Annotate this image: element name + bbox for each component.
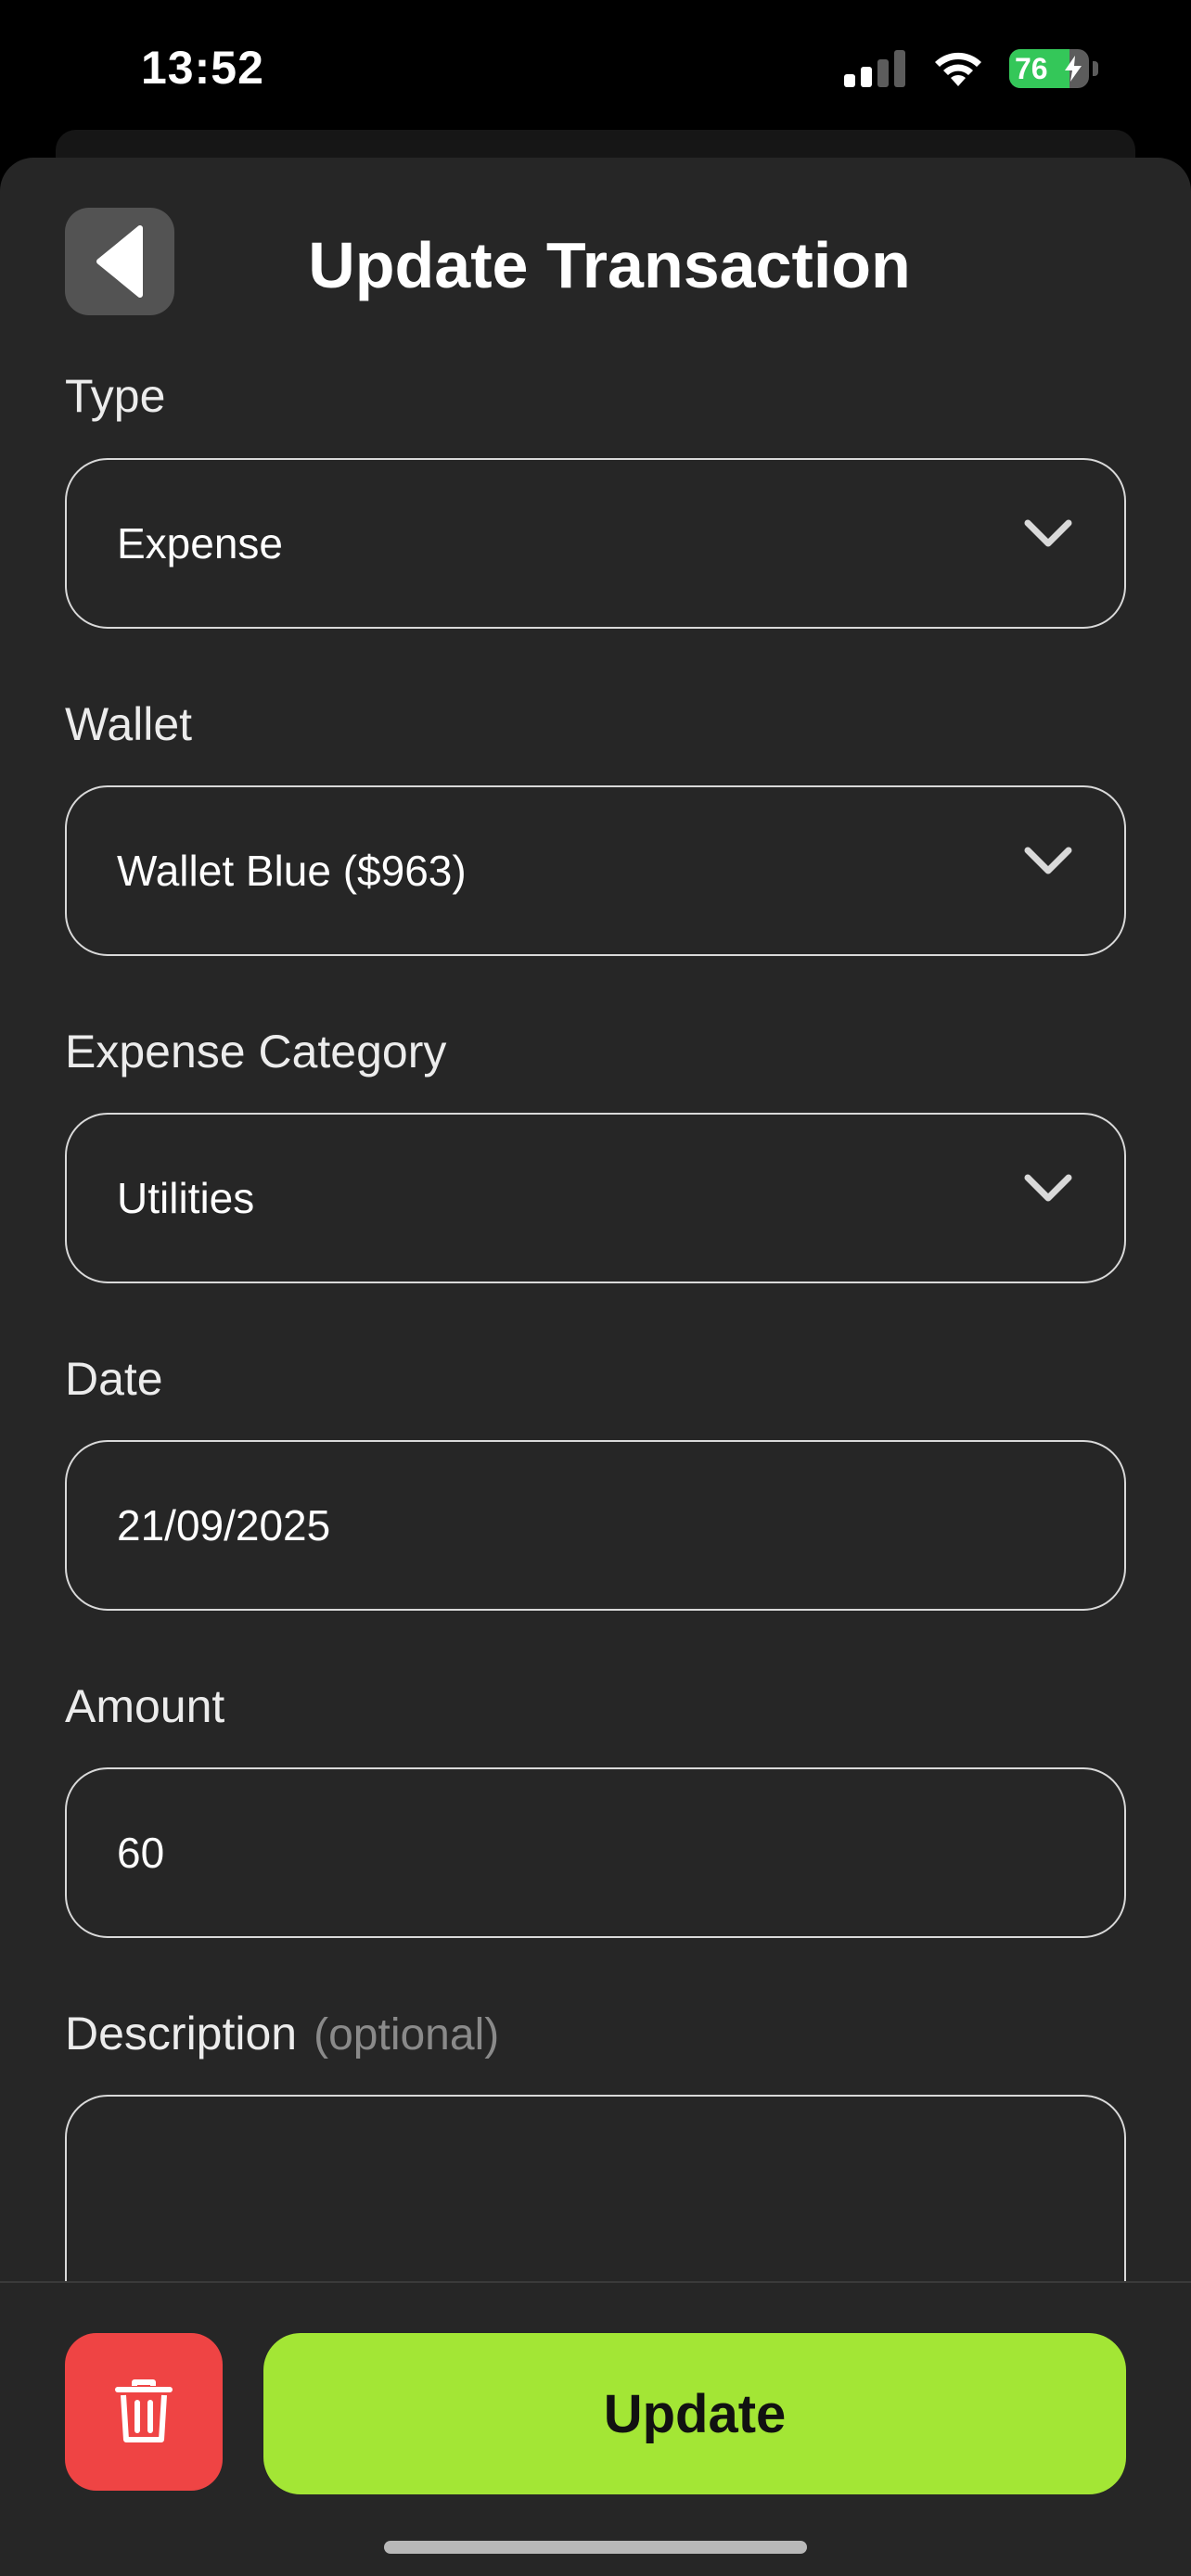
type-value: Expense bbox=[117, 519, 284, 567]
battery-level: 76 bbox=[1015, 52, 1048, 85]
wallet-select[interactable]: Wallet Blue ($963) bbox=[65, 785, 1126, 956]
battery-charging-icon: 76 bbox=[1009, 49, 1089, 88]
cellular-signal-icon bbox=[844, 50, 905, 87]
category-label: Expense Category bbox=[65, 1026, 447, 1078]
amount-label: Amount bbox=[65, 1680, 225, 1732]
optional-hint: (optional) bbox=[314, 2010, 500, 2060]
wifi-icon bbox=[935, 52, 981, 86]
description-label-text: Description bbox=[65, 2008, 298, 2060]
description-label: Description (optional) bbox=[65, 2007, 499, 2060]
status-icons: 76 bbox=[844, 48, 1098, 89]
type-select[interactable]: Expense bbox=[65, 458, 1126, 629]
wallet-label: Wallet bbox=[65, 698, 193, 750]
type-label: Type bbox=[65, 370, 166, 422]
category-select[interactable]: Utilities bbox=[65, 1113, 1126, 1283]
category-value: Utilities bbox=[117, 1174, 255, 1222]
amount-input[interactable]: 60 bbox=[65, 1767, 1126, 1938]
status-time: 13:52 bbox=[141, 42, 264, 94]
date-value: 21/09/2025 bbox=[117, 1501, 331, 1549]
delete-button[interactable] bbox=[65, 2333, 223, 2491]
trash-icon bbox=[115, 2379, 173, 2442]
date-label: Date bbox=[65, 1353, 163, 1405]
date-field[interactable]: 21/09/2025 bbox=[65, 1440, 1126, 1611]
status-bar: 13:52 76 bbox=[0, 0, 1191, 139]
home-indicator[interactable] bbox=[384, 2541, 807, 2554]
chevron-down-icon bbox=[1024, 1174, 1072, 1202]
update-transaction-sheet: Update Transaction Type Expense Wallet W… bbox=[0, 158, 1191, 2576]
sheet-header: Update Transaction bbox=[0, 204, 1191, 315]
page-title: Update Transaction bbox=[308, 229, 911, 301]
wallet-value: Wallet Blue ($963) bbox=[117, 847, 467, 895]
battery-tip bbox=[1093, 61, 1098, 76]
amount-value: 60 bbox=[117, 1829, 165, 1877]
chevron-down-icon bbox=[1024, 847, 1072, 874]
chevron-down-icon bbox=[1024, 519, 1072, 547]
action-footer: Update bbox=[0, 2281, 1191, 2576]
update-button[interactable]: Update bbox=[263, 2333, 1126, 2494]
